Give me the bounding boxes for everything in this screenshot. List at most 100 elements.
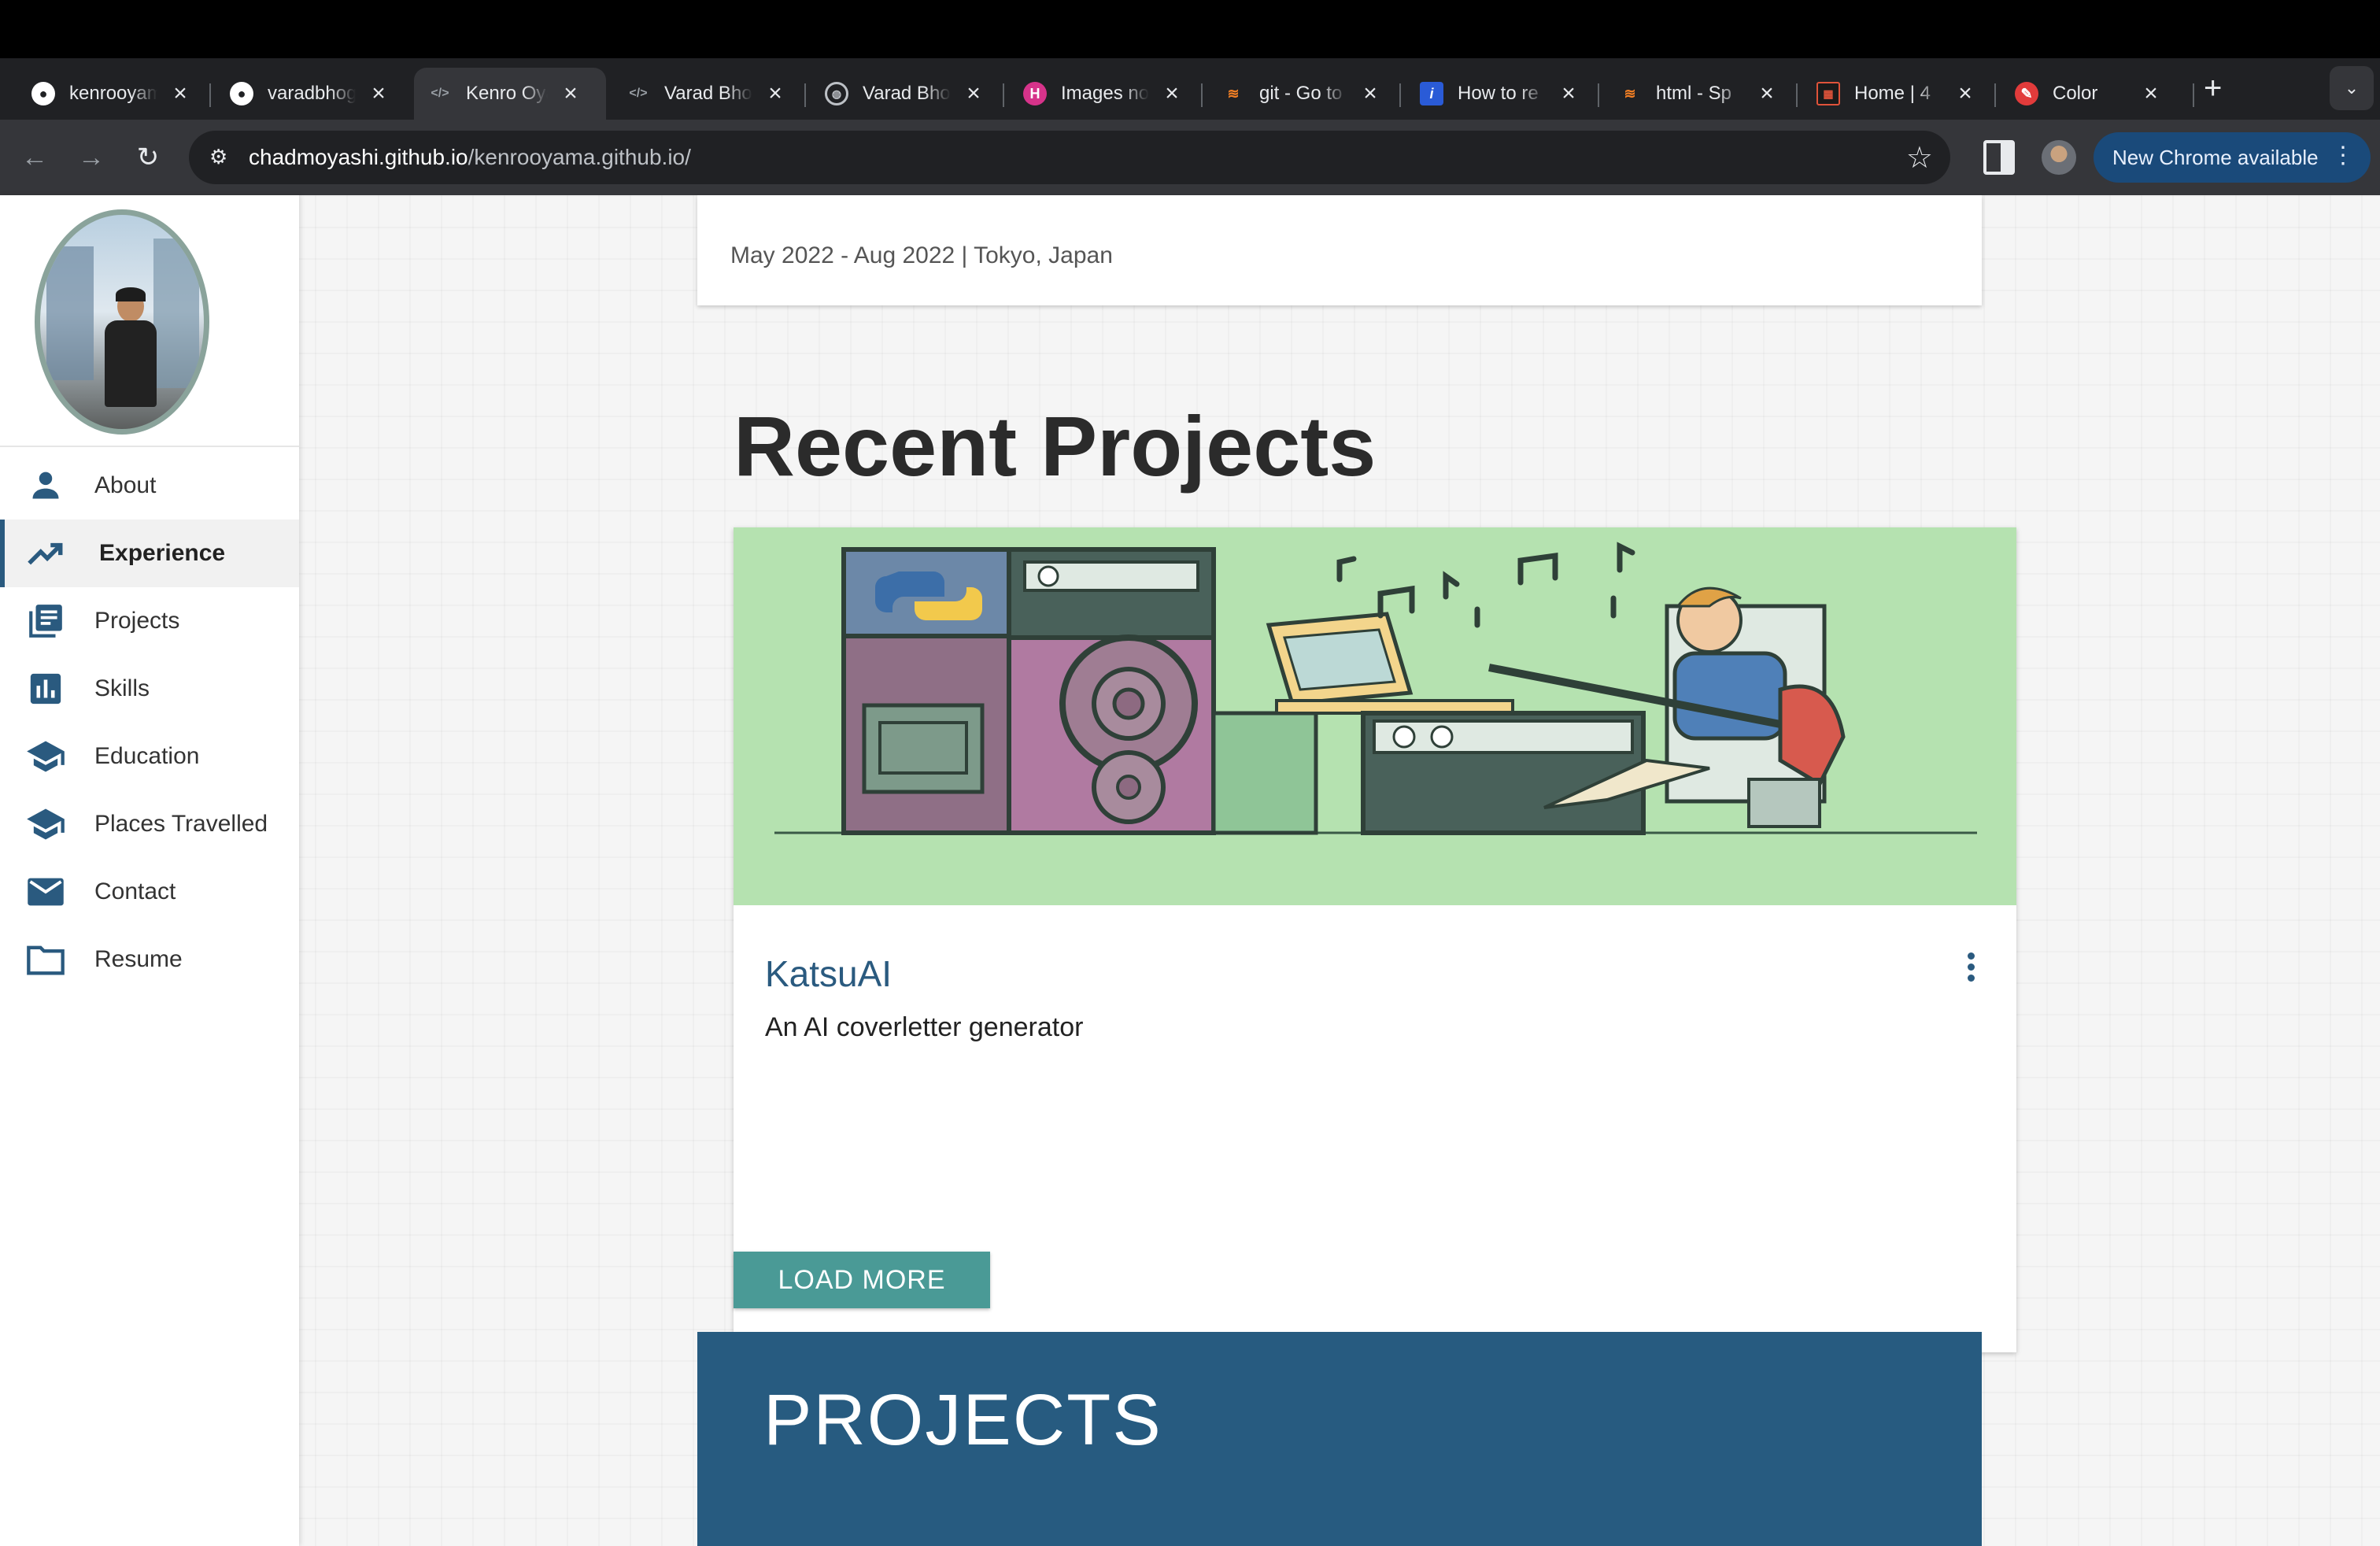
code-icon: </> <box>629 87 648 100</box>
github-icon: ● <box>31 82 55 105</box>
browser-tab[interactable]: ● varadbhogayata × <box>216 68 405 120</box>
person-icon <box>25 465 66 506</box>
tab-strip: ● kenrooyama × ● varadbhogayata × </> Ke… <box>0 58 2380 120</box>
load-more-button[interactable]: LOAD MORE <box>734 1252 990 1308</box>
tab-title: Varad Bhogayata <box>863 83 951 104</box>
sidebar: About Experience Projects Skills Educati… <box>0 195 299 1546</box>
close-icon[interactable]: × <box>1755 80 1779 107</box>
page-viewport: About Experience Projects Skills Educati… <box>0 195 2380 1546</box>
browser-tab[interactable]: ▦ Home | 4 × <box>1802 68 1991 120</box>
browser-toolbar: ← → ↻ ⚙ chadmoyashi.github.io/kenrooyama… <box>0 120 2380 195</box>
active-indicator <box>0 520 5 587</box>
new-tab-button[interactable]: + <box>2204 71 2222 106</box>
url-host: chadmoyashi.github.io <box>249 145 468 169</box>
sidebar-item-label: Experience <box>99 540 226 566</box>
sidebar-item-label: About <box>94 472 157 498</box>
school-icon <box>25 804 66 845</box>
close-icon[interactable]: × <box>1160 80 1184 107</box>
tab-separator <box>804 83 806 107</box>
bookmark-star-icon[interactable]: ☆ <box>1906 140 1933 176</box>
close-icon[interactable]: × <box>2139 80 2163 107</box>
trending-up-icon <box>25 533 66 574</box>
project-title[interactable]: KatsuAI <box>765 952 892 995</box>
globe-icon: ◍ <box>825 82 848 105</box>
close-icon[interactable]: × <box>559 80 582 107</box>
sidebar-item-experience[interactable]: Experience <box>0 520 299 587</box>
browser-tab-active[interactable]: </> Kenro Oyama × <box>414 68 606 120</box>
tab-title: Kenro Oyama <box>466 83 548 104</box>
sidebar-item-about[interactable]: About <box>0 452 299 520</box>
forward-button[interactable]: → <box>72 139 110 176</box>
site-info-icon[interactable]: ⚙ <box>209 145 235 170</box>
tab-separator <box>1796 83 1798 107</box>
profile-avatar[interactable] <box>2042 140 2076 175</box>
mail-icon <box>25 871 66 912</box>
browser-tab[interactable]: i How to re × <box>1406 68 1595 120</box>
close-icon[interactable]: × <box>1358 80 1382 107</box>
sidebar-item-places-travelled[interactable]: Places Travelled <box>0 790 299 858</box>
close-icon[interactable]: × <box>1557 80 1580 107</box>
color-icon: ✎ <box>2015 82 2038 105</box>
tab-separator <box>209 83 211 107</box>
sidebar-item-label: Skills <box>94 675 150 701</box>
tab-separator <box>1201 83 1203 107</box>
project-image <box>734 527 2016 905</box>
tab-separator <box>1598 83 1599 107</box>
close-icon[interactable]: × <box>168 80 192 107</box>
profile-header <box>0 195 299 447</box>
address-bar[interactable]: ⚙ chadmoyashi.github.io/kenrooyama.githu… <box>189 131 1950 184</box>
close-icon[interactable]: × <box>367 80 390 107</box>
sidebar-item-contact[interactable]: Contact <box>0 858 299 926</box>
tab-separator <box>2193 83 2194 107</box>
experience-meta: May 2022 - Aug 2022 | Tokyo, Japan <box>730 242 1113 268</box>
sidebar-item-label: Resume <box>94 946 183 972</box>
projects-section-header: PROJECTS <box>697 1332 1982 1546</box>
sidebar-item-label: Places Travelled <box>94 811 268 837</box>
profile-photo <box>35 209 209 435</box>
projects-banner-title: PROJECTS <box>763 1380 1162 1460</box>
project-description: An AI coverletter generator <box>765 1012 1084 1042</box>
sidebar-item-label: Education <box>94 743 200 769</box>
browser-tab[interactable]: ≋ git - Go to × <box>1207 68 1396 120</box>
browser-tab[interactable]: H Images not × <box>1009 68 1198 120</box>
tab-title: varadbhogayata <box>268 83 356 104</box>
side-panel-icon[interactable] <box>1983 140 2015 175</box>
sidebar-item-projects[interactable]: Projects <box>0 587 299 655</box>
browser-tab[interactable]: </> Varad Bhogayata × <box>612 68 801 120</box>
back-button[interactable]: ← <box>16 139 54 176</box>
tab-separator <box>1399 83 1401 107</box>
github-icon: ● <box>230 82 253 105</box>
tab-title: Home | 4 <box>1854 83 1931 104</box>
experience-card: May 2022 - Aug 2022 | Tokyo, Japan <box>697 195 1982 305</box>
stack-icon: ≋ <box>1624 85 1636 102</box>
browser-tab[interactable]: ≋ html - Sp × <box>1604 68 1793 120</box>
close-icon[interactable]: × <box>962 80 985 107</box>
browser-tab[interactable]: ● kenrooyama × <box>17 68 206 120</box>
stack-icon: ≋ <box>1227 85 1240 102</box>
tab-separator <box>1003 83 1004 107</box>
more-vert-icon[interactable] <box>1964 952 1977 992</box>
tab-title: Varad Bhogayata <box>664 83 752 104</box>
sidebar-item-education[interactable]: Education <box>0 723 299 790</box>
browser-tab[interactable]: ◍ Varad Bhogayata × <box>811 68 1000 120</box>
sidebar-item-label: Projects <box>94 608 180 634</box>
code-icon: </> <box>431 87 449 100</box>
update-chip-label: New Chrome available <box>2112 145 2319 169</box>
project-card[interactable]: KatsuAI An AI coverletter generator <box>734 527 2016 1352</box>
tab-title: Color <box>2053 83 2098 104</box>
browser-tab[interactable]: ✎ Color × <box>2001 68 2177 120</box>
url-path: /kenrooyama.github.io/ <box>468 145 691 169</box>
sidebar-item-skills[interactable]: Skills <box>0 655 299 723</box>
tab-search-button[interactable]: ⌄ <box>2330 66 2374 110</box>
reload-button[interactable]: ↻ <box>129 139 167 176</box>
url-text[interactable]: chadmoyashi.github.io/kenrooyama.github.… <box>249 145 691 170</box>
info-icon: i <box>1420 82 1443 105</box>
close-icon[interactable]: × <box>1953 80 1977 107</box>
sidebar-item-resume[interactable]: Resume <box>0 926 299 993</box>
section-title: Recent Projects <box>734 398 1377 494</box>
bar-chart-icon <box>25 668 66 709</box>
update-chrome-button[interactable]: New Chrome available ⋮ <box>2094 132 2371 183</box>
folder-icon <box>25 939 66 980</box>
close-icon[interactable]: × <box>763 80 787 107</box>
h-icon: H <box>1023 82 1047 105</box>
